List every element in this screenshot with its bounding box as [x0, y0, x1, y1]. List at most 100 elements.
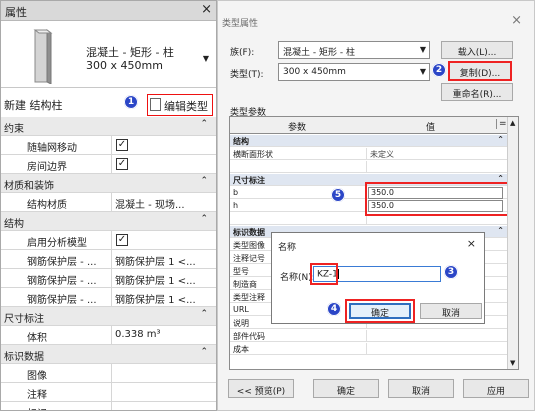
cell-divider: [111, 288, 112, 306]
table-header: 参数 值 =: [230, 117, 508, 134]
property-label: 约束: [4, 124, 24, 135]
parameter-value[interactable]: 未定义: [370, 149, 394, 160]
property-group[interactable]: 约束 ⌃: [1, 117, 216, 136]
parameter-label: 型号: [233, 267, 249, 276]
parameter-label: 类型图像: [233, 241, 265, 250]
type-value: 300 x 450mm: [283, 67, 346, 77]
properties-palette: 属性 × 混凝土 - 矩形 - 柱 300 x 450mm ▼ 新建 结构柱 编…: [0, 0, 217, 411]
property-value[interactable]: 钢筋保护层 1 <...: [115, 272, 196, 287]
column-header-param: 参数: [288, 123, 307, 133]
chevron-down-icon[interactable]: ▼: [203, 54, 209, 63]
ok-highlight: [345, 299, 415, 323]
parameter-label: 说明: [233, 319, 249, 328]
text-caret: [337, 269, 339, 279]
property-label: 结构: [4, 219, 24, 230]
property-row: 钢筋保护层 - ... 钢筋保护层 1 <...: [1, 269, 216, 288]
checkbox[interactable]: ✓: [116, 139, 128, 151]
chevron-up-icon[interactable]: ⌃: [200, 347, 208, 357]
cell-divider: [366, 161, 367, 173]
parameter-row[interactable]: 成本: [230, 343, 508, 355]
family-select[interactable]: 混凝土 - 矩形 - 柱 ▼: [278, 41, 430, 59]
property-label: 随轴网移动: [27, 143, 77, 154]
cell-divider: [111, 402, 112, 410]
chevron-down-icon: ▼: [419, 45, 426, 54]
property-value[interactable]: 钢筋保护层 1 <...: [115, 253, 196, 268]
close-icon[interactable]: ×: [467, 237, 476, 250]
parameter-label: 部件代码: [233, 332, 265, 341]
cell-divider: [111, 193, 112, 211]
chevron-up-icon[interactable]: ⌃: [200, 214, 208, 224]
property-value[interactable]: 0.338 m³: [115, 329, 161, 340]
ok-button[interactable]: 确定: [313, 379, 379, 398]
property-row: 钢筋保护层 - ... 钢筋保护层 1 <...: [1, 250, 216, 269]
cell-divider: [111, 383, 112, 401]
property-label: 钢筋保护层 - ...: [27, 257, 97, 268]
property-group[interactable]: 材质和装饰 ⌃: [1, 174, 216, 193]
parameter-row[interactable]: 部件代码: [230, 330, 508, 342]
scroll-up-icon[interactable]: ▲: [510, 119, 515, 127]
close-icon[interactable]: ×: [511, 13, 522, 28]
name-cancel-button[interactable]: 取消: [420, 303, 482, 319]
type-name: 混凝土 - 矩形 - 柱 300 x 450mm: [86, 46, 174, 72]
cell-divider: [111, 136, 112, 154]
chevron-up-icon[interactable]: ⌃: [497, 135, 504, 144]
property-value[interactable]: 混凝土 - 现场...: [115, 196, 185, 211]
property-label: 材质和装饰: [4, 181, 54, 192]
cell-divider: [366, 330, 367, 342]
property-label: 结构材质: [27, 200, 67, 211]
chevron-up-icon[interactable]: ⌃: [497, 226, 504, 235]
callout-1: 1: [124, 95, 138, 109]
property-label: 尺寸标注: [4, 314, 44, 325]
edit-type-button[interactable]: 编辑类型: [147, 94, 213, 116]
cell-divider: [111, 231, 112, 249]
property-label: 启用分析模型: [27, 238, 87, 249]
parameter-label: 尺寸标注: [233, 176, 265, 185]
duplicate-button[interactable]: 复制(D)...: [448, 61, 512, 81]
preview-button[interactable]: << 预览(P): [228, 379, 294, 398]
parameter-label: h: [233, 201, 239, 210]
close-icon[interactable]: ×: [201, 2, 212, 17]
property-label: 标识数据: [4, 352, 44, 363]
checkbox[interactable]: ✓: [116, 234, 128, 246]
rename-button[interactable]: 重命名(R)...: [441, 83, 513, 101]
parameter-label: 类型注释: [233, 293, 265, 302]
property-group[interactable]: 尺寸标注 ⌃: [1, 307, 216, 326]
property-label: 注释: [27, 390, 47, 401]
property-label: 体积: [27, 333, 47, 344]
property-value[interactable]: 钢筋保护层 1 <...: [115, 291, 196, 306]
parameter-label: URL: [233, 305, 249, 314]
cell-divider: [111, 250, 112, 268]
checkbox[interactable]: ✓: [116, 158, 128, 170]
cell-divider: [366, 148, 367, 160]
property-group[interactable]: 标识数据 ⌃: [1, 345, 216, 364]
apply-button[interactable]: 应用: [463, 379, 529, 398]
parameter-label: 标识数据: [233, 228, 265, 237]
property-group[interactable]: 结构 ⌃: [1, 212, 216, 231]
parameter-row[interactable]: [230, 161, 508, 173]
property-label: 钢筋保护层 - ...: [27, 276, 97, 287]
table-scrollbar[interactable]: ▲ ▼: [507, 117, 518, 369]
property-row: 随轴网移动 ✓: [1, 136, 216, 155]
scroll-down-icon[interactable]: ▼: [510, 359, 515, 367]
type-selector[interactable]: 混凝土 - 矩形 - 柱 300 x 450mm ▼: [1, 22, 216, 88]
instance-row: 新建 结构柱 编辑类型: [1, 92, 216, 116]
callout-5: 5: [331, 188, 345, 202]
load-button[interactable]: 载入(L)...: [441, 41, 513, 59]
type-properties-dialog: 类型属性 × 族(F): 混凝土 - 矩形 - 柱 ▼ 载入(L)... 类型(…: [217, 0, 535, 411]
callout-2: 2: [432, 63, 446, 77]
chevron-up-icon[interactable]: ⌃: [200, 309, 208, 319]
type-select[interactable]: 300 x 450mm ▼: [278, 63, 430, 81]
parameter-group[interactable]: 结构 ⌃: [230, 135, 508, 147]
property-label: 图像: [27, 371, 47, 382]
cancel-button[interactable]: 取消: [388, 379, 454, 398]
property-row: 启用分析模型 ✓: [1, 231, 216, 250]
chevron-up-icon[interactable]: ⌃: [200, 176, 208, 186]
family-value: 混凝土 - 矩形 - 柱: [283, 48, 355, 58]
chevron-up-icon[interactable]: ⌃: [200, 119, 208, 129]
type-name-size: 300 x 450mm: [86, 59, 163, 72]
family-label: 族(F):: [230, 48, 255, 58]
parameter-label: 结构: [233, 137, 249, 146]
cell-divider: [111, 155, 112, 173]
property-row: 标记: [1, 402, 216, 410]
parameter-row[interactable]: 横断面形状 未定义: [230, 148, 508, 160]
